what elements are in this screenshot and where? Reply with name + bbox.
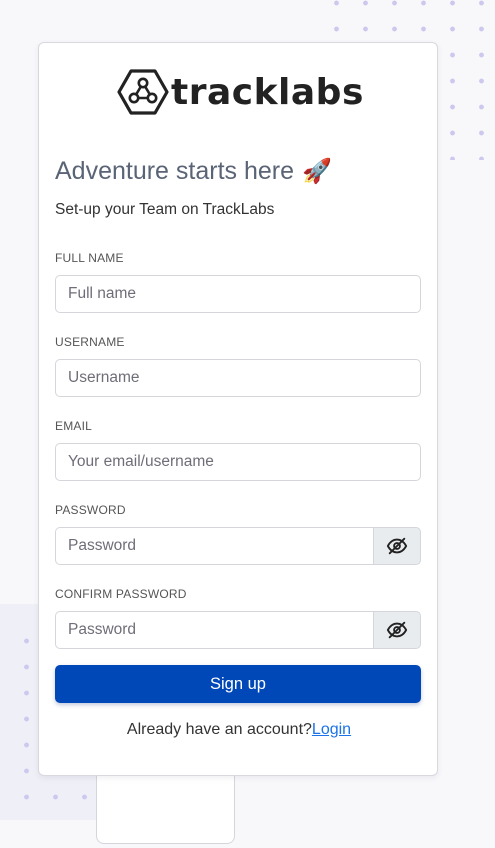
page-title: Adventure starts here 🚀: [55, 157, 332, 186]
full-name-label: FULL NAME: [55, 251, 124, 265]
signup-card: tracklabs Adventure starts here 🚀 Set-up…: [38, 42, 438, 776]
confirm-password-label: CONFIRM PASSWORD: [55, 587, 187, 601]
page-subtitle: Set-up your Team on TrackLabs: [55, 201, 275, 218]
brand-logo: tracklabs: [117, 67, 364, 117]
password-field: [55, 527, 421, 565]
confirm-password-field: [55, 611, 421, 649]
email-input[interactable]: [55, 443, 421, 481]
confirm-password-input[interactable]: [55, 611, 373, 649]
rocket-icon: 🚀: [302, 158, 332, 185]
password-label: PASSWORD: [55, 503, 126, 517]
confirm-password-visibility-toggle[interactable]: [373, 611, 421, 649]
hexagon-network-logo-icon: [117, 69, 169, 115]
email-label: EMAIL: [55, 419, 93, 433]
full-name-input[interactable]: [55, 275, 421, 313]
login-prompt: Already have an account?Login: [39, 721, 439, 739]
brand-name: tracklabs: [171, 71, 364, 113]
username-input[interactable]: [55, 359, 421, 397]
username-label: USERNAME: [55, 335, 125, 349]
eye-slash-icon: [386, 621, 408, 639]
login-link[interactable]: Login: [312, 721, 351, 738]
password-visibility-toggle[interactable]: [373, 527, 421, 565]
password-input[interactable]: [55, 527, 373, 565]
login-prompt-text: Already have an account?: [126, 721, 312, 738]
eye-slash-icon: [386, 537, 408, 555]
sign-up-button[interactable]: Sign up: [55, 665, 421, 703]
page-title-text: Adventure starts here: [55, 157, 295, 185]
